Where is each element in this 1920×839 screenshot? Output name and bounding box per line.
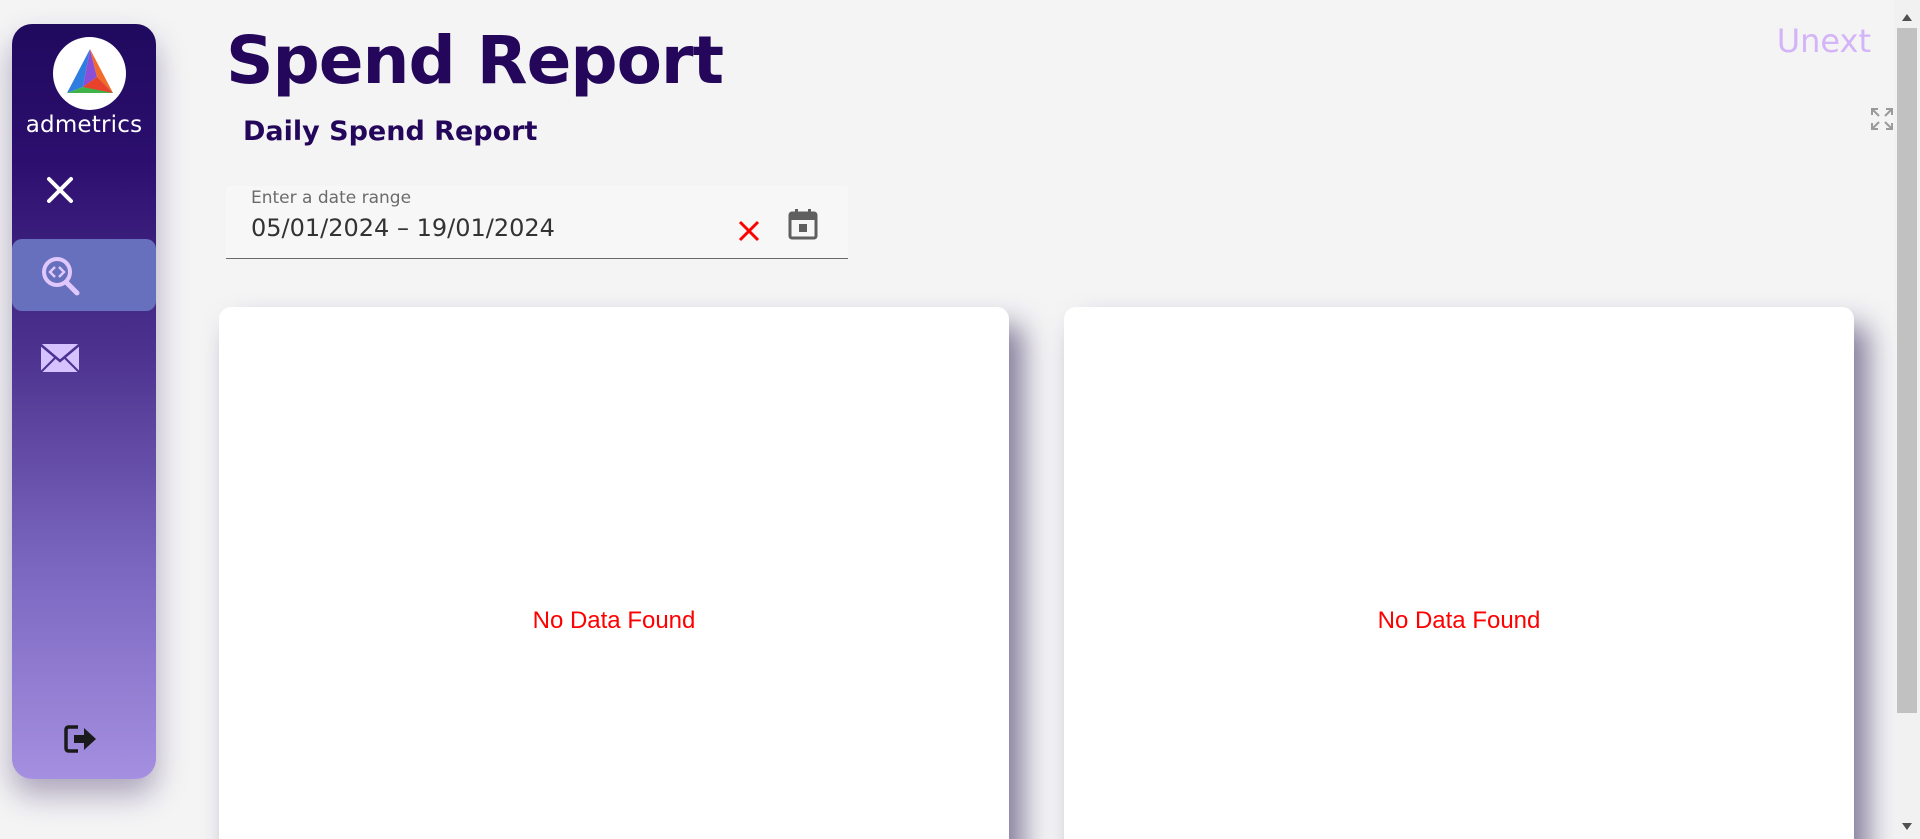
sidebar: admetrics bbox=[12, 24, 156, 779]
close-icon bbox=[47, 177, 73, 203]
spend-chart-panel-right: No Data Found bbox=[1064, 307, 1854, 839]
brand-name: admetrics bbox=[25, 112, 143, 138]
admetrics-logo bbox=[53, 37, 126, 110]
sidebar-item-mail[interactable] bbox=[40, 342, 86, 382]
logout-button[interactable] bbox=[64, 724, 104, 760]
page-title: Spend Report bbox=[226, 22, 724, 99]
search-code-icon bbox=[42, 257, 80, 296]
unext-brand-link[interactable]: Unext bbox=[1777, 22, 1871, 60]
date-range-label: Enter a date range bbox=[251, 188, 412, 208]
sidebar-item-spend-report[interactable] bbox=[12, 239, 156, 311]
calendar-button[interactable] bbox=[788, 208, 824, 244]
no-data-message: No Data Found bbox=[1377, 607, 1541, 634]
report-subtitle: Daily Spend Report bbox=[243, 116, 538, 147]
clear-date-button[interactable] bbox=[734, 216, 766, 248]
close-sidebar-button[interactable] bbox=[40, 170, 80, 210]
no-data-message: No Data Found bbox=[532, 607, 696, 634]
chevron-up-icon bbox=[1902, 14, 1912, 21]
clear-icon bbox=[738, 220, 760, 242]
date-range-input[interactable]: 05/01/2024 – 19/01/2024 bbox=[251, 214, 555, 242]
fullscreen-button[interactable] bbox=[1871, 108, 1893, 134]
logo-icon bbox=[67, 49, 113, 93]
mail-icon bbox=[40, 344, 80, 373]
date-range-field[interactable]: Enter a date range 05/01/2024 – 19/01/20… bbox=[226, 186, 848, 259]
scroll-down-arrow[interactable] bbox=[1900, 818, 1914, 832]
calendar-icon bbox=[788, 209, 818, 240]
fullscreen-icon bbox=[1871, 108, 1893, 130]
spend-chart-panel-left: No Data Found bbox=[219, 307, 1009, 839]
scrollbar-thumb[interactable] bbox=[1897, 28, 1917, 713]
scroll-up-arrow[interactable] bbox=[1900, 10, 1914, 24]
chevron-down-icon bbox=[1902, 823, 1912, 830]
logout-icon bbox=[64, 725, 96, 753]
